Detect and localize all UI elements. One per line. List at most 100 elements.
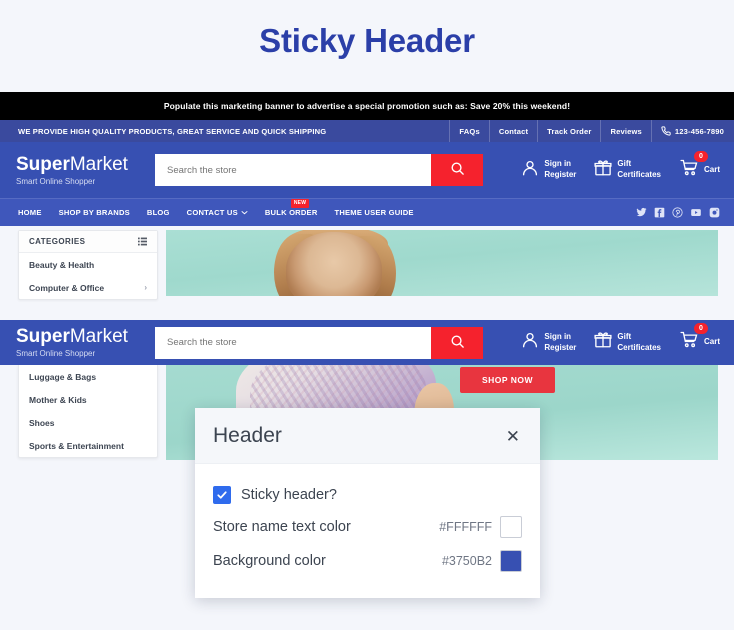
sticky-brand-name-thin: Market bbox=[69, 326, 128, 347]
search-input[interactable] bbox=[155, 154, 431, 186]
account-action[interactable]: Sign in Register bbox=[521, 159, 576, 182]
sticky-brand-logo[interactable]: SuperMarket Smart Online Shopper bbox=[0, 327, 155, 358]
categories-header[interactable]: CATEGORIES bbox=[19, 231, 157, 253]
store-name-text-color-label: Store name text color bbox=[213, 519, 351, 535]
utility-link-reviews[interactable]: Reviews bbox=[600, 120, 650, 142]
page-title: Sticky Header bbox=[259, 22, 475, 59]
nav-item-label: CONTACT US bbox=[186, 208, 238, 217]
instagram-icon[interactable] bbox=[709, 207, 720, 218]
utility-link-track-order[interactable]: Track Order bbox=[537, 120, 600, 142]
nav-item-label: THEME USER GUIDE bbox=[334, 208, 414, 217]
utility-link-faqs[interactable]: FAQs bbox=[449, 120, 488, 142]
phone-icon bbox=[661, 126, 671, 136]
category-label: Beauty & Health bbox=[29, 259, 95, 270]
modal-title: Header bbox=[213, 424, 282, 447]
sticky-header-checkbox[interactable] bbox=[213, 486, 231, 504]
utility-bar: WE PROVIDE HIGH QUALITY PRODUCTS, GREAT … bbox=[0, 120, 734, 142]
category-label: Sports & Entertainment bbox=[29, 440, 124, 451]
check-icon bbox=[217, 491, 227, 499]
gift-icon bbox=[594, 159, 612, 182]
nav-item-theme-user-guide[interactable]: THEME USER GUIDE bbox=[335, 208, 414, 217]
categories-title: CATEGORIES bbox=[29, 237, 86, 246]
sticky-account-signin: Sign in bbox=[544, 331, 572, 341]
main-nav: HOME SHOP BY BRANDS BLOG CONTACT US BULK… bbox=[0, 198, 734, 226]
store-name-text-color-value: #FFFFFF bbox=[439, 520, 492, 534]
user-icon bbox=[521, 159, 539, 182]
chevron-down-icon bbox=[241, 208, 248, 217]
new-badge: NEW bbox=[290, 199, 310, 208]
youtube-icon[interactable] bbox=[690, 207, 702, 218]
search-button[interactable] bbox=[431, 154, 483, 186]
brand-name-thin: Market bbox=[69, 153, 128, 175]
sticky-search-button[interactable] bbox=[431, 326, 483, 359]
category-item-mother-kids[interactable]: Mother & Kids bbox=[19, 388, 157, 411]
category-item-luggage-bags[interactable]: Luggage & Bags bbox=[19, 365, 157, 388]
nav-item-bulk-order[interactable]: BULK ORDER NEW bbox=[264, 199, 318, 217]
gift-label: Gift Certificates bbox=[617, 159, 661, 181]
background-color-value: #3750B2 bbox=[441, 554, 492, 568]
utility-link-contact[interactable]: Contact bbox=[488, 120, 537, 142]
sticky-gift-line-1: Gift bbox=[617, 331, 632, 341]
utility-phone[interactable]: 123-456-7890 bbox=[650, 120, 734, 142]
store-name-text-color-row: Store name text color #FFFFFF bbox=[213, 516, 522, 538]
user-icon bbox=[521, 331, 539, 354]
brand-logo[interactable]: SuperMarket Smart Online Shopper bbox=[0, 155, 155, 186]
shop-now-button[interactable]: SHOP NOW bbox=[460, 367, 556, 393]
utility-links: FAQs Contact Track Order Reviews 123-456… bbox=[449, 120, 734, 142]
category-label: Shoes bbox=[29, 417, 55, 428]
category-item-shoes[interactable]: Shoes bbox=[19, 411, 157, 434]
search-icon bbox=[450, 161, 465, 179]
sticky-header-label: Sticky header? bbox=[241, 487, 337, 503]
cart-action[interactable]: 0 Cart bbox=[679, 150, 720, 182]
gift-line-1: Gift bbox=[617, 159, 632, 169]
grid-list-icon bbox=[138, 233, 147, 251]
sticky-cart-count-badge: 0 bbox=[693, 323, 708, 335]
sticky-account-register: Register bbox=[544, 342, 577, 352]
category-chevron-icon: › bbox=[144, 283, 147, 292]
facebook-icon[interactable] bbox=[654, 207, 665, 218]
nav-items: HOME SHOP BY BRANDS BLOG CONTACT US BULK… bbox=[0, 199, 414, 217]
hero-model-face bbox=[286, 232, 382, 296]
pinterest-icon[interactable] bbox=[672, 207, 683, 218]
promo-banner: Populate this marketing banner to advert… bbox=[0, 92, 734, 120]
background-color-label: Background color bbox=[213, 553, 326, 569]
sticky-cart-action[interactable]: 0 Cart bbox=[679, 323, 720, 354]
category-item-sports-entertainment[interactable]: Sports & Entertainment bbox=[19, 434, 157, 457]
gift-certificates-action[interactable]: Gift Certificates bbox=[594, 159, 661, 182]
nav-item-label: HOME bbox=[18, 208, 42, 217]
nav-item-label: BULK ORDER bbox=[264, 208, 318, 217]
nav-item-contact-us[interactable]: CONTACT US bbox=[187, 208, 248, 217]
nav-item-blog[interactable]: BLOG bbox=[147, 208, 170, 217]
background-color-swatch[interactable] bbox=[500, 550, 522, 572]
brand-name: SuperMarket bbox=[16, 155, 155, 174]
utility-phone-number: 123-456-7890 bbox=[674, 126, 724, 136]
store-name-text-color-swatch[interactable] bbox=[500, 516, 522, 538]
modal-body: Sticky header? Store name text color #FF… bbox=[195, 464, 540, 598]
twitter-icon[interactable] bbox=[636, 207, 647, 218]
account-signin: Sign in bbox=[544, 159, 572, 169]
sticky-brand-name: SuperMarket bbox=[16, 327, 155, 346]
sticky-gift-line-2: Certificates bbox=[617, 342, 661, 352]
gift-icon bbox=[594, 331, 612, 354]
sticky-header: SuperMarket Smart Online Shopper Sign in… bbox=[0, 320, 734, 365]
nav-item-home[interactable]: HOME bbox=[18, 208, 42, 217]
sticky-account-label: Sign in Register bbox=[544, 332, 576, 354]
sticky-gift-certificates-action[interactable]: Gift Certificates bbox=[594, 331, 661, 354]
categories-panel: CATEGORIES Beauty & Health Computer & Of… bbox=[18, 230, 158, 300]
nav-item-shop-by-brands[interactable]: SHOP BY BRANDS bbox=[59, 208, 130, 217]
cart-count-badge: 0 bbox=[693, 150, 708, 162]
background-color-row: Background color #3750B2 bbox=[213, 550, 522, 572]
category-item-computer-office[interactable]: Computer & Office › bbox=[19, 276, 157, 299]
category-label: Luggage & Bags bbox=[29, 371, 97, 382]
account-label: Sign in Register bbox=[544, 159, 576, 181]
sticky-brand-name-bold: Super bbox=[16, 326, 70, 347]
hero-banner-top[interactable] bbox=[166, 230, 718, 296]
main-header: SuperMarket Smart Online Shopper Sign in… bbox=[0, 142, 734, 198]
sticky-search-bar bbox=[155, 326, 483, 359]
sticky-search-input[interactable] bbox=[155, 326, 431, 359]
sticky-brand-tagline: Smart Online Shopper bbox=[16, 349, 96, 358]
category-label: Computer & Office bbox=[29, 282, 105, 293]
close-icon[interactable]: ✕ bbox=[504, 428, 522, 445]
category-item-beauty-health[interactable]: Beauty & Health bbox=[19, 253, 157, 276]
sticky-account-action[interactable]: Sign in Register bbox=[521, 331, 576, 354]
